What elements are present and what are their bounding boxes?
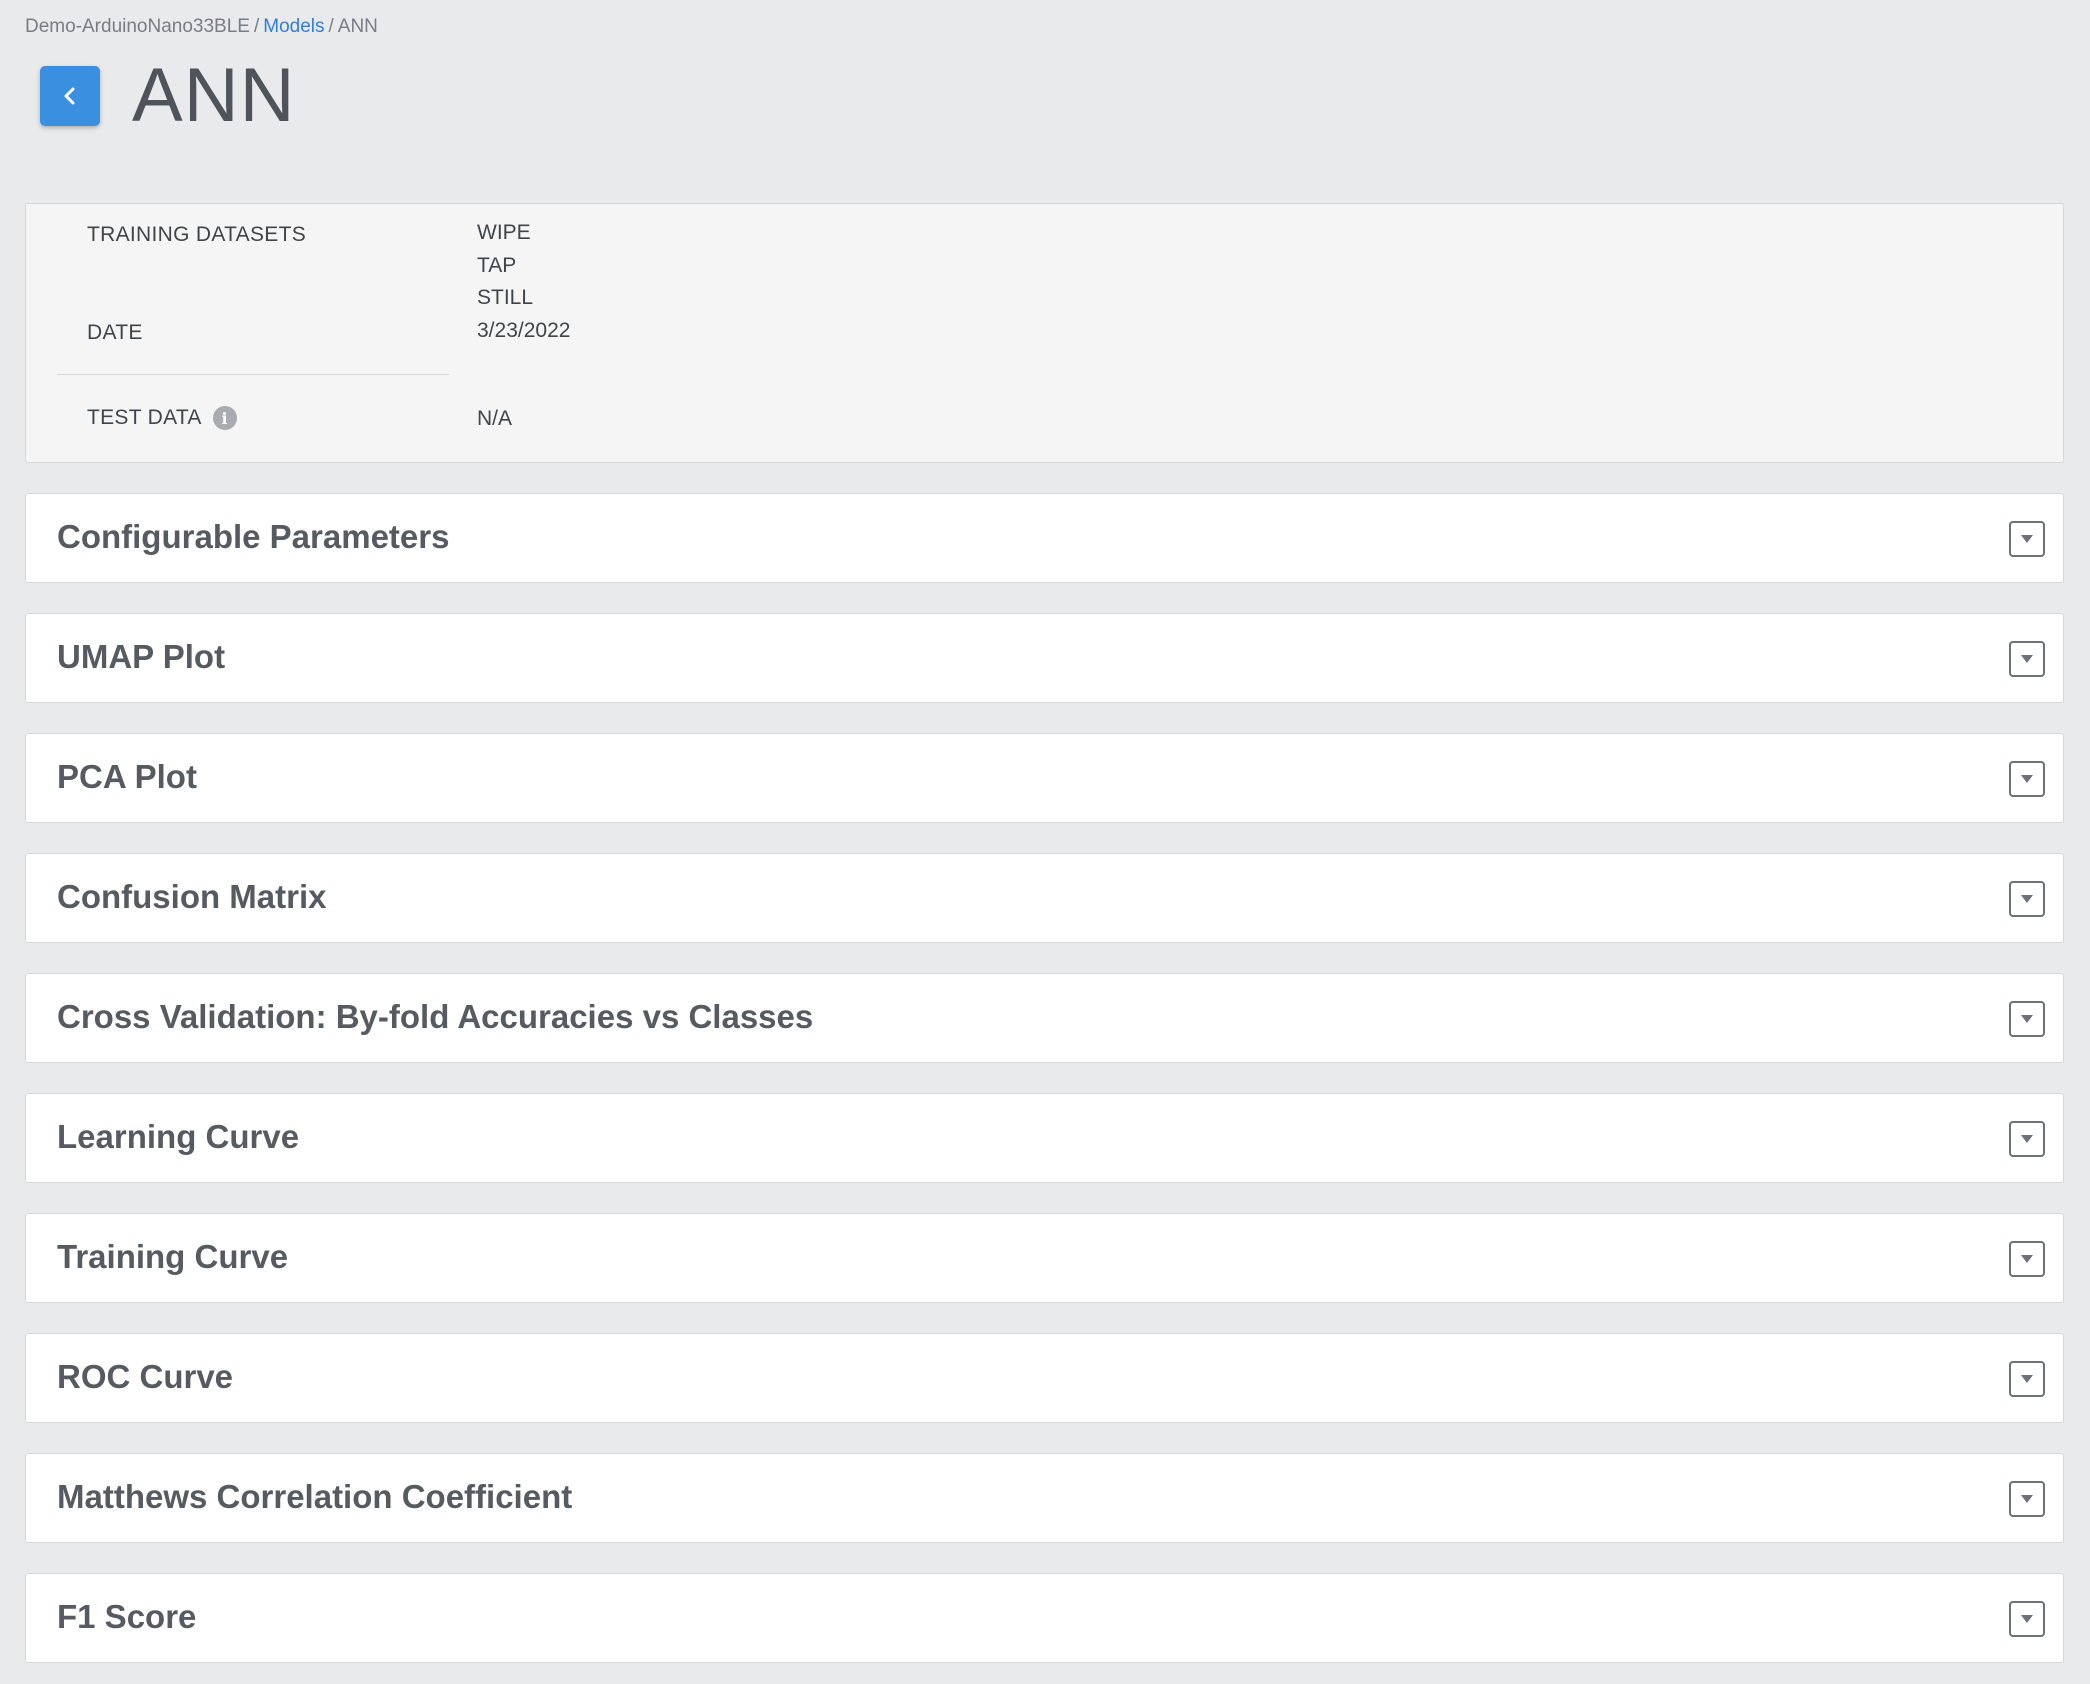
expand-toggle-icon[interactable] [2009, 641, 2045, 677]
section-title: Cross Validation: By-fold Accuracies vs … [57, 998, 814, 1035]
section-title: Training Curve [57, 1238, 289, 1275]
test-data-label: TEST DATA [87, 406, 202, 429]
expand-toggle-icon[interactable] [2009, 1481, 2045, 1517]
section-title: PCA Plot [57, 758, 197, 795]
model-info-panel: TRAINING DATASETS WIPE TAP STILL DATE 3/… [25, 203, 2064, 463]
back-button[interactable] [40, 66, 100, 126]
section-title: Learning Curve [57, 1118, 300, 1155]
section-title: Confusion Matrix [57, 878, 327, 915]
test-data-label-row: TEST DATA i [87, 406, 237, 430]
expand-toggle-icon[interactable] [2009, 1361, 2045, 1397]
date-label: DATE [87, 321, 143, 344]
section-panel[interactable]: UMAP Plot [25, 613, 2064, 703]
expand-toggle-icon[interactable] [2009, 521, 2045, 557]
expand-toggle-icon[interactable] [2009, 1001, 2045, 1037]
section-panel[interactable]: Cross Validation: By-fold Accuracies vs … [25, 973, 2064, 1063]
expand-toggle-icon[interactable] [2009, 881, 2045, 917]
dataset-item: WIPE [477, 221, 531, 244]
section-title: Matthews Correlation Coefficient [57, 1478, 573, 1515]
section-panel[interactable]: Configurable Parameters [25, 493, 2064, 583]
info-divider [57, 374, 449, 375]
breadcrumb-separator: / [253, 16, 260, 37]
info-icon[interactable]: i [212, 406, 237, 430]
section-panel[interactable]: Training Curve [25, 1213, 2064, 1303]
breadcrumb-current: ANN [337, 16, 378, 37]
breadcrumb-project[interactable]: Demo-ArduinoNano33BLE [25, 16, 250, 37]
training-datasets-label: TRAINING DATASETS [87, 223, 307, 246]
expand-toggle-icon[interactable] [2009, 761, 2045, 797]
section-title: UMAP Plot [57, 638, 226, 675]
dataset-item: TAP [477, 253, 517, 277]
expand-toggle-icon[interactable] [2009, 1601, 2045, 1637]
section-panel[interactable]: ROC Curve [25, 1333, 2064, 1423]
section-title: F1 Score [57, 1598, 197, 1635]
breadcrumb-separator: / [328, 16, 334, 37]
dataset-item: STILL [477, 286, 534, 309]
expand-toggle-icon[interactable] [2009, 1121, 2045, 1157]
expand-toggle-icon[interactable] [2009, 1241, 2045, 1277]
page-title: ANN [132, 53, 296, 138]
section-panel[interactable]: PCA Plot [25, 733, 2064, 823]
section-panel[interactable]: Matthews Correlation Coefficient [25, 1453, 2064, 1543]
section-panel[interactable]: Confusion Matrix [25, 853, 2064, 943]
section-panel[interactable]: F1 Score [25, 1573, 2064, 1663]
breadcrumb-models-link[interactable]: Models [263, 16, 324, 37]
chevron-left-icon [64, 87, 75, 105]
section-title: Configurable Parameters [57, 518, 450, 555]
section-panel[interactable]: Learning Curve [25, 1093, 2064, 1183]
test-data-value: N/A [477, 407, 513, 430]
breadcrumb: Demo-ArduinoNano33BLE / Models / ANN [25, 16, 378, 38]
training-datasets-list: WIPE TAP STILL [477, 217, 533, 315]
date-value: 3/23/2022 [477, 319, 571, 342]
section-title: ROC Curve [57, 1358, 234, 1395]
